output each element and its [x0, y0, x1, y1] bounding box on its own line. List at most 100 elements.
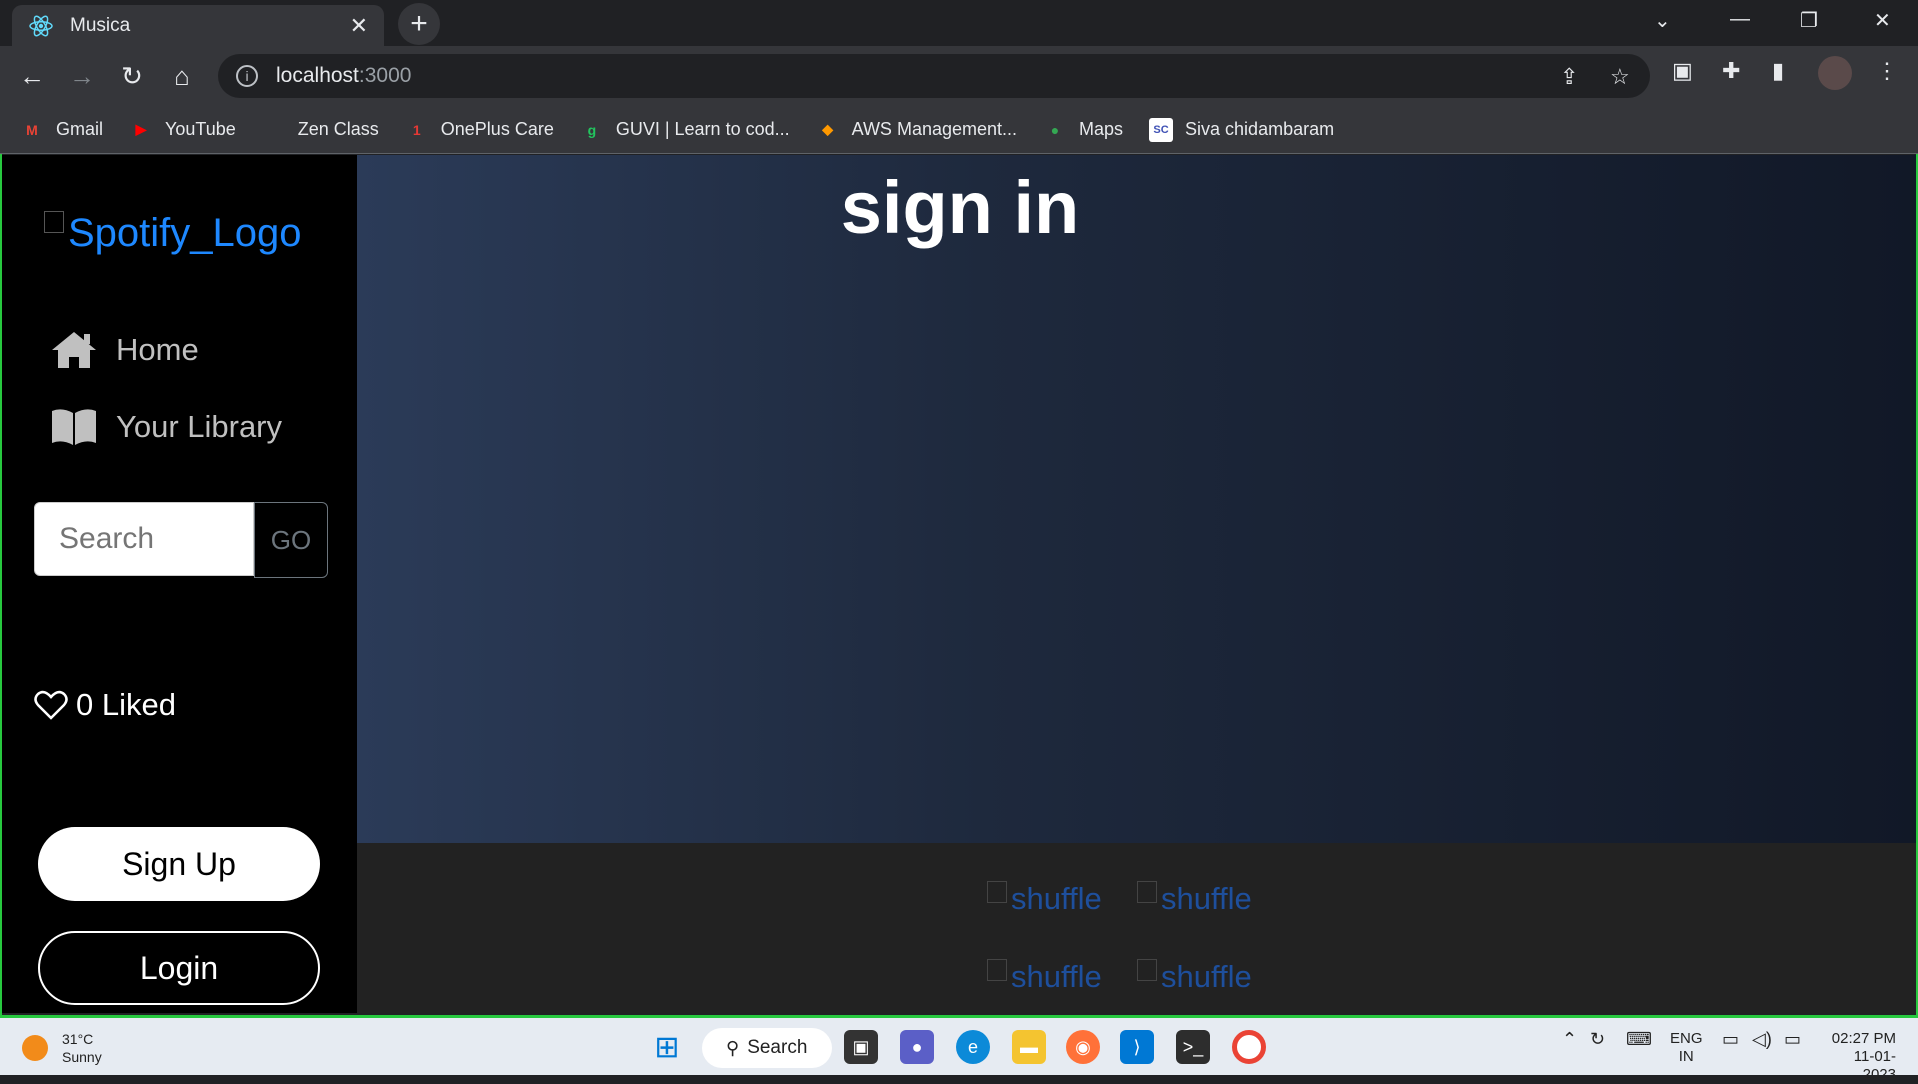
url-port: :3000 [358, 64, 412, 87]
home-page-icon[interactable]: ⌂ [164, 58, 200, 94]
volume-icon[interactable]: ◁) [1752, 1030, 1772, 1048]
share-icon[interactable]: ⇪ [1560, 64, 1578, 90]
bookmark-star-icon[interactable]: ☆ [1610, 64, 1630, 90]
chrome-icon[interactable] [1232, 1030, 1266, 1064]
main-panel: sign in [357, 155, 1916, 843]
sun-icon [22, 1035, 48, 1061]
bookmark-favicon-icon: ▶ [135, 121, 147, 137]
bookmark-item[interactable]: g GUVI | Learn to cod... [580, 118, 790, 142]
minimize-icon[interactable]: — [1730, 8, 1750, 31]
clock-time: 02:27 PM [1831, 1030, 1896, 1047]
broken-image-icon [987, 881, 1007, 903]
reader-icon[interactable]: ▣ [1672, 58, 1693, 84]
tab-musica[interactable]: Musica ✕ [12, 5, 384, 46]
bookmark-item[interactable]: Zen Class [262, 118, 379, 142]
temperature: 31°C [62, 1031, 94, 1047]
heart-icon [34, 690, 68, 720]
shuffle-alt-text: shuffle [1011, 959, 1102, 994]
nav-library-label: Your Library [116, 409, 283, 444]
taskbar-search[interactable]: ⚲ Search [702, 1028, 832, 1068]
chat-icon[interactable]: ● [900, 1030, 934, 1064]
home-icon [50, 330, 100, 370]
weather-widget[interactable]: 31°C Sunny [22, 1030, 102, 1066]
new-tab-button[interactable]: + [398, 3, 440, 45]
shuffle-image[interactable]: shuffle [1137, 881, 1252, 917]
search-input[interactable] [34, 502, 254, 576]
clock[interactable]: 02:27 PM 11-01-2023 [1822, 1030, 1896, 1084]
broken-image-icon [1137, 881, 1157, 903]
windows-taskbar: 31°C Sunny ⊞ ⚲ Search ▣ ● e ▬ ◉ ⟩ >_ ⌃ ↻… [0, 1015, 1918, 1083]
shuffle-image[interactable]: shuffle [987, 881, 1102, 917]
player-bar: shuffle shuffle shuffle shuffle [357, 843, 1916, 1013]
lang-bottom: IN [1678, 1048, 1694, 1065]
terminal-icon[interactable]: >_ [1176, 1030, 1210, 1064]
url-host: localhost [276, 64, 359, 87]
vscode-icon[interactable]: ⟩ [1120, 1030, 1154, 1064]
tab-title: Musica [70, 14, 131, 36]
bookmark-label: Maps [1079, 119, 1124, 139]
nav-home[interactable]: Home [50, 330, 199, 370]
chevron-down-icon[interactable]: ⌄ [1654, 8, 1671, 33]
firefox-icon[interactable]: ◉ [1066, 1030, 1100, 1064]
bookmark-favicon-icon [262, 118, 286, 142]
menu-icon[interactable]: ⋮ [1876, 58, 1898, 84]
nav-home-label: Home [116, 332, 199, 367]
bookmark-item[interactable]: M Gmail [20, 118, 103, 142]
broken-image-icon [44, 211, 64, 233]
extensions-icon[interactable]: ✚ [1722, 58, 1740, 84]
bookmark-favicon-icon: g [587, 121, 597, 138]
file-explorer-icon[interactable]: ▬ [1012, 1030, 1046, 1064]
go-button[interactable]: GO [254, 502, 328, 578]
shuffle-alt-text: shuffle [1161, 881, 1252, 916]
search-icon: ⚲ [726, 1037, 740, 1058]
shuffle-image[interactable]: shuffle [987, 959, 1102, 995]
bookmark-label: OnePlus Care [440, 119, 554, 139]
bookmarks-bar: M Gmail ▶ YouTube Zen Class 1 OnePlus Care g GUV… [0, 106, 1918, 154]
restore-icon[interactable]: ❐ [1800, 8, 1818, 33]
shuffle-alt-text: shuffle [1011, 881, 1102, 916]
page-heading: sign in [840, 166, 1080, 249]
battery-icon[interactable]: ▭ [1784, 1030, 1801, 1048]
page-content: Spotify_Logo Home Your Library GO 0 Like… [2, 155, 1916, 1013]
bookmark-label: Gmail [56, 119, 104, 139]
bookmark-favicon-icon: ◆ [822, 121, 833, 137]
windows-start-icon[interactable]: ⊞ [650, 1030, 684, 1064]
bookmark-item[interactable]: 1 OnePlus Care [405, 118, 554, 142]
side-panel-icon[interactable]: ▮ [1772, 58, 1784, 84]
taskbar-search-label: Search [747, 1037, 808, 1058]
logo-alt-text: Spotify_Logo [68, 211, 302, 255]
bookmark-item[interactable]: SC Siva chidambaram [1149, 117, 1334, 142]
back-icon[interactable]: ← [14, 58, 50, 94]
bookmark-label: GUVI | Learn to cod... [615, 119, 790, 139]
info-icon[interactable]: i [236, 65, 258, 87]
bookmark-label: YouTube [165, 119, 236, 139]
shuffle-image[interactable]: shuffle [1137, 959, 1252, 995]
bookmark-item[interactable]: ◆ AWS Management... [816, 118, 1017, 142]
bookmark-label: AWS Management... [851, 119, 1018, 139]
close-tab-icon[interactable]: ✕ [350, 13, 368, 39]
keyboard-icon[interactable]: ⌨ [1626, 1030, 1652, 1048]
reload-icon[interactable]: ↻ [114, 58, 150, 94]
profile-avatar[interactable] [1818, 56, 1852, 90]
sign-up-button[interactable]: Sign Up [38, 827, 320, 901]
sync-icon[interactable]: ↻ [1590, 1030, 1605, 1048]
clock-date: 11-01-2023 [1853, 1048, 1896, 1083]
language-indicator[interactable]: ENG IN [1670, 1030, 1703, 1066]
task-view-icon[interactable]: ▣ [844, 1030, 878, 1064]
edge-icon[interactable]: e [956, 1030, 990, 1064]
react-icon [29, 14, 53, 37]
lang-top: ENG [1670, 1030, 1703, 1047]
browser-toolbar: ← → ↻ ⌂ i localhost :3000 ⇪ ☆ ▣ ✚ ▮ ⋮ [0, 46, 1918, 106]
shuffle-alt-text: shuffle [1161, 959, 1252, 994]
forward-icon[interactable]: → [64, 58, 100, 94]
close-window-icon[interactable]: ✕ [1874, 8, 1891, 33]
bookmark-item[interactable]: ● Maps [1043, 118, 1123, 142]
address-bar[interactable]: i localhost :3000 ⇪ ☆ [218, 54, 1650, 98]
chevron-up-icon[interactable]: ⌃ [1562, 1030, 1577, 1048]
nav-library[interactable]: Your Library [50, 407, 282, 447]
network-icon[interactable]: ▭ [1722, 1030, 1739, 1048]
bookmark-label: Zen Class [297, 119, 379, 139]
bookmark-item[interactable]: ▶ YouTube [129, 118, 236, 142]
liked-count[interactable]: 0 Liked [34, 687, 176, 723]
login-button[interactable]: Login [38, 931, 320, 1005]
